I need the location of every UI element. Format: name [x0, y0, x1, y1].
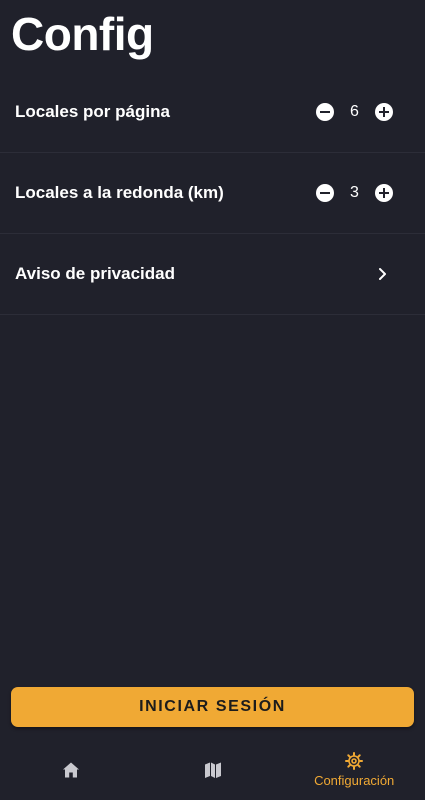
plus-glyph-vertical	[383, 107, 385, 117]
stepper-value: 6	[350, 103, 359, 120]
setting-label: Aviso de privacidad	[15, 264, 175, 283]
plus-circle-icon[interactable]	[375, 184, 393, 202]
plus-circle-icon[interactable]	[375, 103, 393, 121]
nav-item-home[interactable]	[0, 740, 142, 800]
nav-label-configuracion: Configuración	[314, 773, 395, 788]
plus-glyph-vertical	[383, 188, 385, 198]
nav-item-configuracion[interactable]: Configuración	[283, 740, 425, 800]
page-title: Config	[11, 8, 154, 60]
locales-por-pagina-stepper: 6	[316, 103, 393, 121]
gear-icon	[345, 752, 364, 770]
setting-row-locales-a-la-redonda: Locales a la redonda (km) 3	[0, 153, 425, 234]
setting-label: Locales por página	[15, 102, 170, 121]
setting-label: Locales a la redonda (km)	[15, 183, 224, 202]
locales-a-la-redonda-stepper: 3	[316, 184, 393, 202]
bottom-nav: Configuración	[0, 740, 425, 800]
minus-glyph	[320, 111, 330, 113]
stepper-value: 3	[350, 184, 359, 201]
minus-glyph	[320, 192, 330, 194]
nav-item-map[interactable]	[142, 740, 284, 800]
minus-circle-icon[interactable]	[316, 184, 334, 202]
setting-row-locales-por-pagina: Locales por página 6	[0, 72, 425, 153]
login-button[interactable]: INICIAR SESIÓN	[11, 687, 414, 727]
setting-row-aviso-de-privacidad[interactable]: Aviso de privacidad	[0, 234, 425, 315]
minus-circle-icon[interactable]	[316, 103, 334, 121]
map-icon	[204, 762, 221, 778]
settings-list: Locales por página 6 Locales a la redond…	[0, 72, 425, 315]
home-icon	[62, 762, 79, 778]
chevron-right-icon	[379, 268, 386, 280]
config-screen: Config Locales por página 6 Locales a la…	[0, 0, 425, 800]
